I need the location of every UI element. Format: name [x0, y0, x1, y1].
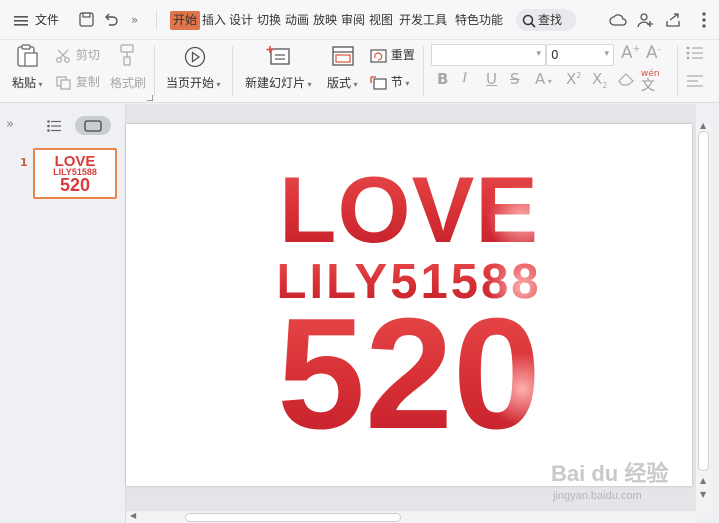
more-chevrons-icon[interactable]: » [131, 10, 138, 30]
scroll-down-icon[interactable]: ▼ [700, 490, 706, 499]
add-user-icon[interactable] [637, 12, 653, 32]
slide-view-toggle[interactable] [75, 116, 111, 135]
format-painter-button[interactable]: 格式刷 [110, 74, 146, 91]
vertical-scroll-thumb[interactable] [698, 131, 709, 471]
superscript-icon[interactable]: X2 [566, 70, 581, 88]
search-label: 查找 [538, 13, 563, 27]
menu-bar: 文件 » 开始 插入 设计 切换 动画 放映 审阅 视图 开发工具 特色功能 查… [0, 0, 719, 40]
ribbon-separator [677, 46, 678, 96]
reset-button[interactable]: 重置 [370, 46, 415, 63]
tab-slideshow[interactable]: 放映 [313, 11, 337, 30]
underline-icon[interactable]: U [486, 70, 497, 88]
tab-developer-tools[interactable]: 开发工具 [399, 11, 447, 30]
copy-label: 复制 [75, 75, 100, 89]
layout-icon[interactable] [332, 46, 354, 69]
bullet-list-icon[interactable] [686, 46, 704, 63]
cloud-sync-icon[interactable] [609, 12, 627, 32]
search-button[interactable]: 查找 [516, 9, 576, 31]
more-options-icon[interactable] [701, 12, 707, 32]
presentation-app-window: 文件 » 开始 插入 设计 切换 动画 放映 审阅 视图 开发工具 特色功能 查… [0, 0, 719, 523]
tab-home[interactable]: 开始 [170, 11, 201, 30]
new-slide-icon[interactable] [266, 44, 292, 69]
copy-button[interactable]: 复制 [56, 73, 100, 90]
paste-label: 粘贴 [12, 76, 37, 90]
section-button[interactable]: 节 ▾ [370, 73, 409, 90]
paste-button[interactable]: 粘贴 ▾ [12, 74, 43, 91]
strikethrough-icon[interactable]: S [510, 70, 520, 88]
tab-design[interactable]: 设计 [229, 11, 253, 30]
new-slide-label: 新建幻灯片 [245, 76, 306, 90]
decrease-font-size-icon[interactable]: A- [646, 43, 661, 63]
text-shadow-icon[interactable]: A ▾ [535, 70, 552, 88]
chevron-down-icon: ▾ [536, 49, 541, 59]
section-label: 节 [390, 75, 403, 89]
tab-transition[interactable]: 切换 [257, 11, 281, 30]
phonetic-guide-icon: 文 [641, 78, 655, 94]
undo-icon[interactable] [103, 12, 119, 32]
start-from-current-label: 当页开始 [166, 76, 215, 90]
file-menu[interactable]: 文件 [35, 10, 59, 30]
chevron-down-icon: ▾ [604, 49, 609, 59]
scroll-left-icon[interactable]: ◀ [130, 511, 136, 520]
hamburger-menu-icon[interactable] [14, 13, 28, 33]
scissors-icon [56, 48, 72, 63]
font-size-value: 0 [551, 48, 559, 62]
horizontal-scroll-thumb[interactable] [185, 513, 401, 522]
phonetic-guide-button[interactable]: wén 文 [641, 69, 660, 93]
bold-icon[interactable]: B [437, 70, 448, 88]
reset-label: 重置 [390, 48, 415, 62]
paste-icon[interactable] [16, 44, 38, 71]
thumbnail-text-520: 520 [59, 175, 91, 195]
play-icon[interactable] [184, 46, 206, 71]
ribbon-separator [423, 46, 424, 96]
slide-canvas[interactable]: LOVE LILY51588 520 [126, 124, 692, 486]
tab-insert[interactable]: 插入 [202, 11, 226, 30]
baidu-watermark-logo: Bai du 经验 [551, 461, 669, 486]
tab-animation[interactable]: 动画 [285, 11, 309, 30]
scroll-up-icon[interactable]: ▲ [700, 121, 706, 130]
layout-button[interactable]: 版式 ▾ [327, 74, 358, 91]
baidu-watermark-url: jingyan.baidu.com [553, 490, 642, 502]
slide-thumbnail-1[interactable]: LOVE LILY51588 520 [33, 148, 117, 199]
ribbon-separator [232, 46, 233, 96]
font-size-select[interactable]: 0 ▾ [546, 44, 614, 66]
start-from-current-button[interactable]: 当页开始 ▾ [166, 74, 221, 91]
cut-button[interactable]: 剪切 [56, 46, 100, 63]
cut-label: 剪切 [75, 48, 100, 62]
menu-separator [156, 10, 158, 30]
layout-label: 版式 [327, 76, 352, 90]
ribbon-toolbar: 粘贴 ▾ 剪切 复制 格式刷 当页开始 ▾ 新建幻灯片 ▾ 版式 ▾ 重置 节 … [0, 40, 719, 103]
format-painter-icon[interactable] [118, 44, 136, 69]
section-icon [370, 75, 387, 90]
slide-text-520[interactable]: 520 [126, 299, 692, 449]
tab-special-features[interactable]: 特色功能 [455, 11, 503, 30]
ribbon-separator [154, 46, 155, 96]
ribbon-group-expand-icon[interactable] [147, 90, 153, 104]
scroll-up-icon[interactable]: ▲ [700, 476, 706, 485]
tab-view[interactable]: 视图 [369, 11, 393, 30]
font-family-select[interactable]: ▾ [431, 44, 546, 66]
save-icon[interactable] [79, 12, 94, 32]
reset-icon [370, 48, 387, 63]
outline-view-icon[interactable] [47, 120, 62, 135]
align-left-icon[interactable] [686, 74, 704, 91]
collapse-panel-icon[interactable]: » [6, 117, 14, 132]
tab-review[interactable]: 审阅 [341, 11, 365, 30]
subscript-icon[interactable]: X2 [592, 70, 607, 90]
increase-font-size-icon[interactable]: A+ [621, 43, 640, 63]
eraser-icon[interactable] [617, 72, 635, 89]
slide-number: 1 [20, 156, 28, 169]
new-slide-button[interactable]: 新建幻灯片 ▾ [245, 74, 312, 91]
search-icon [522, 13, 536, 35]
slide-text-love[interactable]: LOVE [126, 164, 692, 256]
slide-view-icon [84, 120, 102, 135]
share-icon[interactable] [665, 12, 681, 32]
copy-icon [56, 75, 72, 90]
italic-icon[interactable]: I [462, 70, 467, 87]
